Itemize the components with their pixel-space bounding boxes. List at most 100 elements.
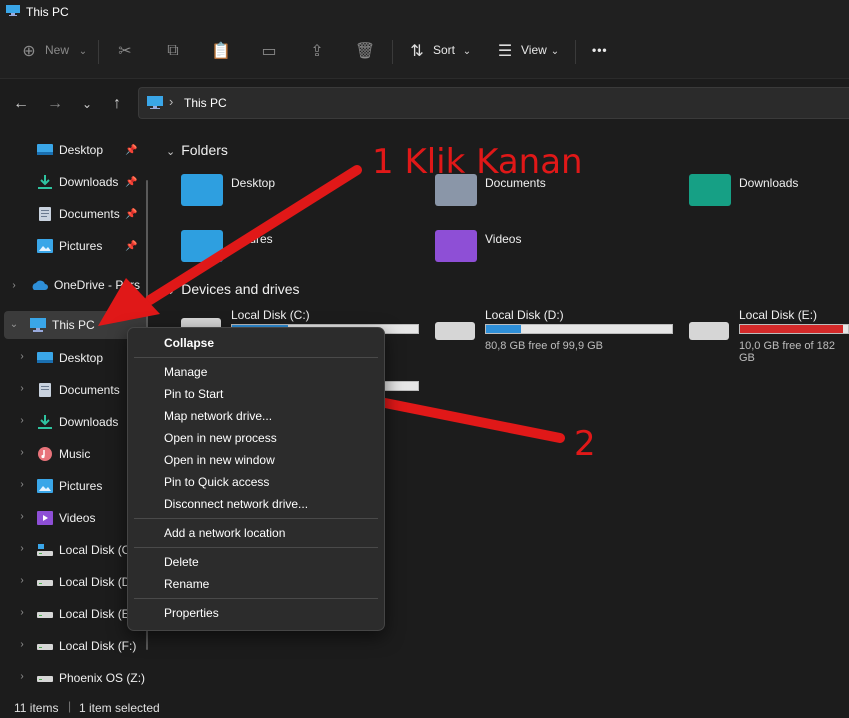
share-icon[interactable]: ⇪ (306, 40, 328, 62)
folder-pictures-label[interactable]: ctures (240, 232, 273, 246)
pin-icon[interactable]: 📌 (125, 209, 137, 220)
videos-folder-icon[interactable] (435, 230, 477, 262)
sidebar-item-videos[interactable]: Videos (37, 505, 127, 531)
chevron-right-icon[interactable]: › (17, 543, 27, 554)
sort-button-label[interactable]: Sort (433, 43, 455, 57)
folders-section-header[interactable]: ⌄ Folders (166, 142, 228, 158)
sidebar-item-label: Documents (59, 207, 120, 221)
drives-section-header[interactable]: ⌄ Devices and drives (166, 281, 300, 297)
chevron-right-icon[interactable]: › (17, 351, 27, 362)
chevron-down-icon[interactable]: ⌄ (456, 40, 478, 62)
toolbar-separator (98, 40, 99, 64)
command-bar: ⊕ New ⌄ ✂ ⧉ 📋 ▭ ⇪ 🗑 ⇅ Sort ⌄ ☰ View ⌄ ••… (0, 26, 849, 79)
sidebar-item-documents[interactable]: Documents (37, 377, 127, 403)
sidebar-item-desktop[interactable]: Desktop (37, 137, 103, 163)
sidebar-item-local-disk-c[interactable]: Local Disk (C (37, 537, 127, 563)
drive-d-label[interactable]: Local Disk (D:) (485, 308, 564, 322)
sidebar-item-onedrive[interactable]: OneDrive - Pers (30, 272, 146, 298)
downloads-icon (38, 415, 52, 429)
address-bar[interactable]: › This PC (138, 87, 849, 119)
sidebar-item-label: Local Disk (E (59, 607, 127, 621)
menu-item-delete[interactable]: Delete (164, 555, 199, 569)
sidebar-item-local-disk-e[interactable]: Local Disk (E (37, 601, 127, 627)
sidebar-item-phoenix-os[interactable]: Phoenix OS (Z:) (37, 665, 145, 691)
sidebar-item-pictures[interactable]: Pictures (37, 233, 102, 259)
more-options-button[interactable]: ••• (592, 43, 608, 57)
sidebar-item-label: Documents (59, 383, 120, 397)
sidebar-item-local-disk-f[interactable]: Local Disk (F:) (37, 633, 145, 659)
up-arrow-icon[interactable]: ↑ (106, 93, 128, 115)
menu-separator (134, 518, 378, 519)
cloud-icon (32, 280, 48, 290)
chevron-right-icon[interactable]: › (17, 575, 27, 586)
annotation-step-1: 1 Klik Kanan (372, 142, 583, 182)
menu-item-pin-quick-access[interactable]: Pin to Quick access (164, 475, 269, 489)
chevron-down-icon[interactable]: ⌄ (9, 319, 19, 330)
menu-item-map-network-drive[interactable]: Map network drive... (164, 409, 272, 423)
delete-icon[interactable]: 🗑 (354, 40, 376, 62)
paste-icon[interactable]: 📋 (210, 40, 232, 62)
sidebar-item-pictures[interactable]: Pictures (37, 473, 127, 499)
pictures-icon (37, 239, 53, 253)
menu-item-add-network-location[interactable]: Add a network location (164, 526, 285, 540)
sidebar-item-label: OneDrive - Pers (54, 278, 141, 292)
chevron-right-icon[interactable]: › (17, 479, 27, 490)
folder-desktop-label[interactable]: Desktop (231, 176, 275, 190)
chevron-right-icon[interactable]: › (17, 511, 27, 522)
drive-e-label[interactable]: Local Disk (E:) (739, 308, 817, 322)
pictures-folder-icon[interactable] (181, 230, 223, 262)
chevron-right-icon[interactable]: › (17, 447, 27, 458)
pin-icon[interactable]: 📌 (125, 241, 137, 252)
downloads-folder-icon[interactable] (689, 174, 731, 206)
menu-item-rename[interactable]: Rename (164, 577, 209, 591)
chevron-right-icon[interactable]: › (17, 415, 27, 426)
downloads-icon (38, 175, 52, 189)
pin-icon[interactable]: 📌 (125, 145, 137, 156)
pin-icon[interactable]: 📌 (125, 177, 137, 188)
folder-videos-label[interactable]: Videos (485, 232, 521, 246)
new-button-label[interactable]: New (45, 43, 69, 57)
sidebar-item-this-pc[interactable]: This PC (30, 312, 95, 338)
view-icon[interactable]: ☰ (494, 40, 516, 62)
chevron-right-icon[interactable]: › (17, 639, 27, 650)
new-plus-icon[interactable]: ⊕ (18, 40, 40, 62)
sidebar-item-documents[interactable]: Documents (37, 201, 120, 227)
sidebar-item-downloads[interactable]: Downloads (37, 169, 118, 195)
menu-item-collapse[interactable]: Collapse (164, 336, 214, 350)
folder-downloads-label[interactable]: Downloads (739, 176, 798, 190)
breadcrumb-this-pc[interactable]: This PC (184, 96, 227, 110)
sidebar-item-music[interactable]: Music (37, 441, 127, 467)
menu-item-open-new-process[interactable]: Open in new process (164, 431, 277, 445)
pictures-icon (37, 479, 53, 493)
rename-icon[interactable]: ▭ (258, 40, 280, 62)
drive-e-icon[interactable] (689, 322, 729, 340)
sidebar-item-downloads[interactable]: Downloads (37, 409, 127, 435)
menu-item-manage[interactable]: Manage (164, 365, 207, 379)
forward-arrow-icon[interactable]: → (44, 93, 66, 115)
desktop-folder-icon[interactable] (181, 174, 223, 206)
chevron-right-icon[interactable]: › (9, 280, 19, 291)
back-arrow-icon[interactable]: ← (10, 93, 32, 115)
drive-d-icon[interactable] (435, 322, 475, 340)
chevron-down-icon[interactable]: ⌄ (544, 40, 566, 62)
menu-item-open-new-window[interactable]: Open in new window (164, 453, 275, 467)
view-button-label[interactable]: View (521, 43, 547, 57)
sidebar-item-local-disk-d[interactable]: Local Disk (D (37, 569, 127, 595)
sidebar-item-desktop[interactable]: Desktop (37, 345, 127, 371)
menu-item-properties[interactable]: Properties (164, 606, 219, 620)
chevron-right-icon[interactable]: › (17, 383, 27, 394)
chevron-down-icon[interactable]: ⌄ (72, 40, 94, 62)
sidebar-item-label: Local Disk (C (59, 543, 127, 557)
copy-icon[interactable]: ⧉ (162, 40, 184, 62)
recent-locations-icon[interactable]: ⌄ (76, 93, 98, 115)
toolbar-separator (392, 40, 393, 64)
sidebar-item-label: Desktop (59, 351, 104, 365)
menu-item-disconnect-network-drive[interactable]: Disconnect network drive... (164, 497, 308, 511)
chevron-right-icon[interactable]: › (17, 607, 27, 618)
drive-c-label[interactable]: Local Disk (C:) (231, 308, 310, 322)
menu-separator (134, 357, 378, 358)
cut-icon[interactable]: ✂ (114, 40, 136, 62)
sort-icon[interactable]: ⇅ (406, 40, 428, 62)
chevron-right-icon[interactable]: › (17, 671, 27, 682)
menu-item-pin-to-start[interactable]: Pin to Start (164, 387, 223, 401)
